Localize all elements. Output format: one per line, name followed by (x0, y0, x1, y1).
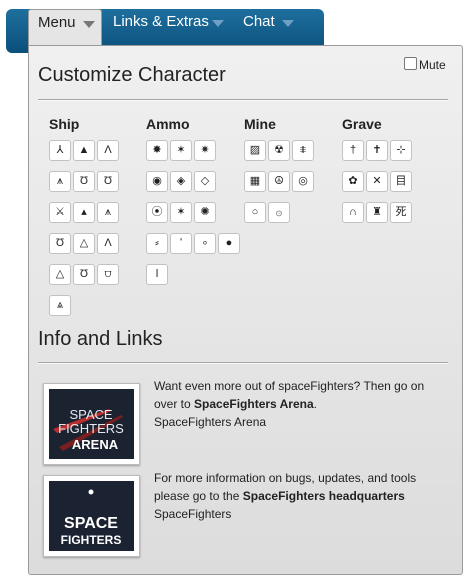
mine-icon-button[interactable]: ○ (244, 202, 266, 223)
arena-logo-line-3: ARENA (72, 437, 119, 452)
spacefighters-logo-line-1: SPACE (64, 515, 118, 532)
ammo-icon-button[interactable]: ✷ (194, 140, 216, 161)
info-item-link[interactable]: SpaceFighters headquarters (243, 489, 405, 503)
grave-icon-button[interactable]: ✕ (366, 171, 388, 192)
arena-logo-line-2: FIGHTERS (58, 421, 124, 436)
info-item-headquarters-text: For more information on bugs, updates, a… (154, 469, 444, 523)
mine-icon-button[interactable]: ۞ (268, 202, 290, 223)
tab-menu-label: Menu (38, 14, 76, 31)
ammo-icon-button[interactable]: ✶ (170, 140, 192, 161)
arena-logo-art: SPACE FIGHTERS ARENA (49, 389, 134, 459)
chevron-down-icon (83, 21, 95, 28)
spacefighters-logo-art: SPACE FIGHTERS (49, 481, 134, 551)
grave-icon-button[interactable]: ♜ (366, 202, 388, 223)
ship-icon-button[interactable]: ⩌ (97, 264, 119, 285)
arena-logo-link[interactable]: SPACE FIGHTERS ARENA (43, 383, 140, 465)
ship-icon-button[interactable]: ⩓ (49, 295, 71, 316)
info-title: Info and Links (38, 328, 163, 350)
ammo-icon-button[interactable]: ◇ (194, 171, 216, 192)
ship-icon-button[interactable]: ▴ (73, 202, 95, 223)
grave-icon-button[interactable]: ⊹ (390, 140, 412, 161)
ship-icon-button[interactable]: Ʊ (49, 233, 71, 254)
ship-icon-button[interactable]: ⩚ (49, 171, 71, 192)
ship-icon-button[interactable]: △ (49, 264, 71, 285)
grave-icon-button[interactable]: ∩ (342, 202, 364, 223)
column-header-ship: Ship (49, 116, 80, 132)
mine-icon-button[interactable]: ◎ (292, 171, 314, 192)
info-item-caption: SpaceFighters (154, 507, 232, 521)
ammo-icon-button[interactable]: ✶ (170, 202, 192, 223)
grave-icon-button[interactable]: † (342, 140, 364, 161)
headquarters-logo-link[interactable]: SPACE FIGHTERS (43, 475, 140, 557)
mine-icon-button[interactable]: ☮ (268, 171, 290, 192)
tab-chat[interactable]: Chat (234, 9, 298, 37)
grave-icon-button[interactable]: 死 (390, 202, 412, 223)
ammo-icon-button[interactable]: ⸗ (146, 233, 168, 254)
column-header-grave: Grave (342, 116, 382, 132)
mute-checkbox[interactable]: Mute (404, 57, 446, 72)
mute-checkbox-box[interactable] (404, 57, 417, 70)
tab-links-extras[interactable]: Links & Extras (104, 9, 228, 37)
mine-icon-button[interactable]: ☢ (268, 140, 290, 161)
ammo-icon-button[interactable]: ◈ (170, 171, 192, 192)
grave-icon-button[interactable]: ✝ (366, 140, 388, 161)
mine-icon-button[interactable]: ⩨ (292, 140, 314, 161)
ammo-icon-button[interactable]: ∘ (194, 233, 216, 254)
divider (38, 362, 448, 364)
ammo-icon-button[interactable]: ǀ (146, 264, 168, 285)
ship-icon-button[interactable]: Ʊ (97, 171, 119, 192)
info-item-link[interactable]: SpaceFighters Arena (194, 397, 314, 411)
spacefighters-logo-line-2: FIGHTERS (61, 533, 122, 547)
column-header-mine: Mine (244, 116, 276, 132)
column-header-ammo: Ammo (146, 116, 190, 132)
grave-icon-button[interactable]: 目 (390, 171, 412, 192)
spacefighters-logo: SPACE FIGHTERS (49, 481, 134, 551)
ship-icon-button[interactable]: ⩚ (97, 202, 119, 223)
ammo-icon-button[interactable]: ⦿ (146, 202, 168, 223)
mute-label: Mute (419, 58, 446, 72)
divider (38, 99, 448, 101)
ship-icon-button[interactable]: ⚔ (49, 202, 71, 223)
ammo-icon-button[interactable]: ʹ (170, 233, 192, 254)
ship-icon-button[interactable]: ⅄ (49, 140, 71, 161)
ship-icon-button[interactable]: △ (73, 233, 95, 254)
tab-chat-label: Chat (243, 13, 275, 30)
ammo-icon-button[interactable]: ◉ (146, 171, 168, 192)
chevron-down-icon (212, 20, 224, 27)
tab-menu[interactable]: Menu (28, 9, 102, 45)
info-item-text-end: . (313, 397, 317, 411)
arena-logo: SPACE FIGHTERS ARENA (49, 389, 134, 459)
chevron-down-icon (282, 20, 294, 27)
mine-icon-button[interactable]: ▨ (244, 140, 266, 161)
info-item-caption: SpaceFighters Arena (154, 415, 267, 429)
ammo-icon-button[interactable]: ✸ (146, 140, 168, 161)
ship-icon-button[interactable]: Ʊ (73, 171, 95, 192)
ship-icon-button[interactable]: ▲ (73, 140, 95, 161)
tab-links-extras-label: Links & Extras (113, 13, 209, 30)
info-item-arena-text: Want even more out of spaceFighters? The… (154, 377, 444, 431)
mine-icon-button[interactable]: ▦ (244, 171, 266, 192)
ammo-icon-button[interactable]: ✺ (194, 202, 216, 223)
arena-logo-line-1: SPACE (69, 407, 112, 422)
ship-icon-button[interactable]: Ʌ (97, 140, 119, 161)
grave-icon-button[interactable]: ✿ (342, 171, 364, 192)
ammo-icon-button[interactable]: ● (218, 233, 240, 254)
ship-icon-button[interactable]: Λ (97, 233, 119, 254)
ship-icon-button[interactable]: Ʊ (73, 264, 95, 285)
customize-title: Customize Character (38, 64, 226, 86)
